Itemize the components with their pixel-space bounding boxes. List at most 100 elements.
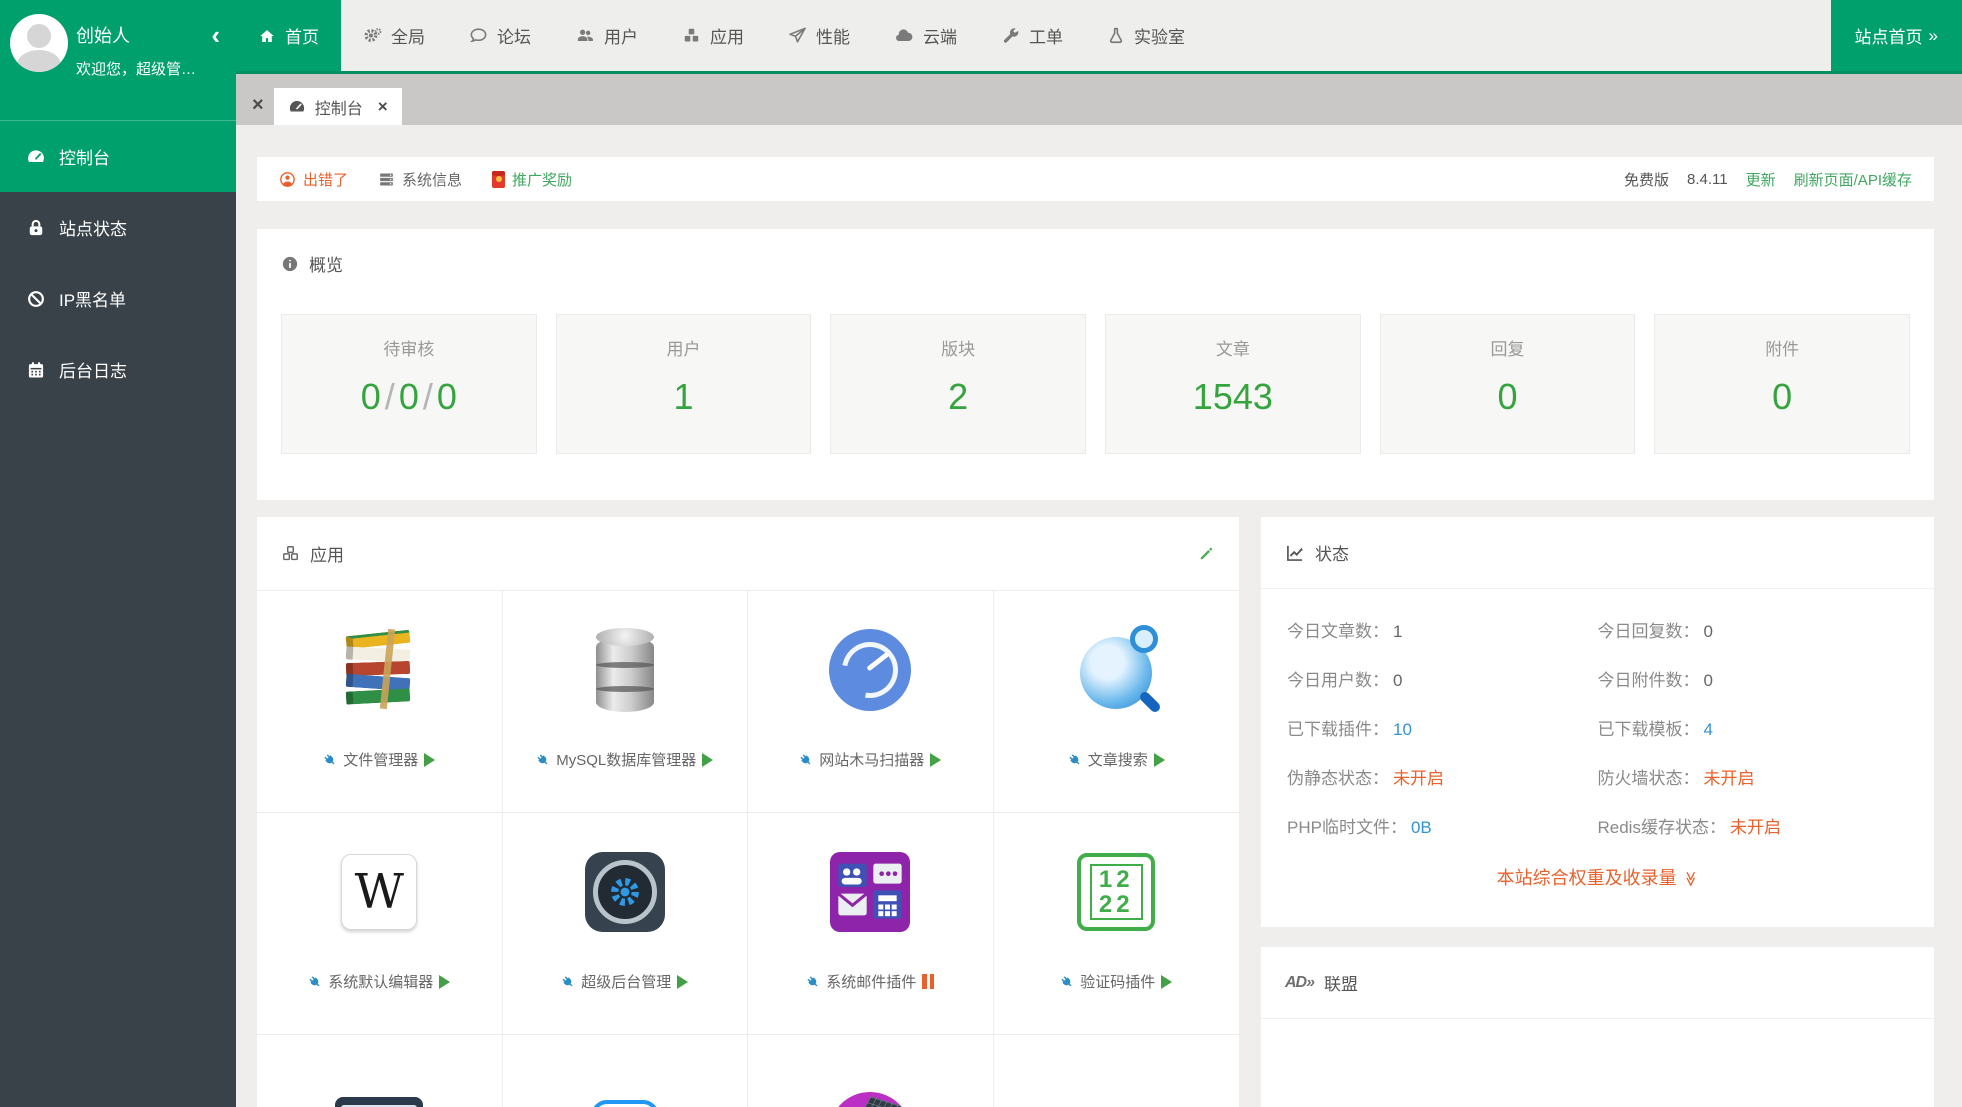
nav-item-cloud[interactable]: 云端 <box>872 0 979 71</box>
nav-item-ticket[interactable]: 工单 <box>979 0 1085 71</box>
app-cell[interactable]: 简↩ <box>503 1034 749 1107</box>
app-cell[interactable] <box>257 1034 503 1107</box>
apps-title: 应用 <box>310 541 344 566</box>
stat-value: 2 <box>831 376 1085 418</box>
status-item: 今日回复数：0 <box>1598 617 1909 642</box>
sidebar-item-label: 站点状态 <box>59 215 127 240</box>
app-cell-super-admin[interactable]: 超级后台管理 <box>503 812 749 1034</box>
stat-label: 待审核 <box>282 335 536 360</box>
stat-value: 0 <box>361 376 381 417</box>
tab-label: 控制台 <box>315 95 363 119</box>
update-link[interactable]: 更新 <box>1746 169 1776 190</box>
stat-card-replies[interactable]: 回复 0 <box>1380 314 1636 454</box>
paper-plane-icon <box>788 26 807 45</box>
sidebar-item-dashboard[interactable]: 控制台 <box>0 121 236 192</box>
app-cell[interactable] <box>748 1034 994 1107</box>
nav-item-lab[interactable]: 实验室 <box>1085 0 1207 71</box>
app-cell-trojan-scanner[interactable]: 网站木马扫描器 <box>748 590 994 812</box>
nav-item-label: 首页 <box>285 23 319 48</box>
stat-separator: / <box>381 376 399 417</box>
status-item: 今日文章数：1 <box>1287 617 1598 642</box>
overview-title: 概览 <box>309 251 343 276</box>
status-item[interactable]: PHP临时文件：0B <box>1287 813 1598 838</box>
sidebar-item-label: 后台日志 <box>59 357 127 382</box>
app-cell-article-search[interactable]: 文章搜索 <box>994 590 1240 812</box>
stat-card-forums[interactable]: 版块 2 <box>830 314 1086 454</box>
sidebar-collapse-icon[interactable]: ‹ <box>211 22 220 48</box>
nav-item-home[interactable]: 首页 <box>236 0 341 71</box>
status-item: 防火墙状态：未开启 <box>1598 764 1909 789</box>
stat-value: 0 <box>437 376 457 417</box>
stat-value: 0 <box>1381 376 1635 418</box>
edition-label: 免费版 <box>1624 169 1669 190</box>
flask-icon <box>1107 26 1125 45</box>
seo-weight-link[interactable]: 本站综合权重及收录量≫ <box>1287 864 1908 890</box>
stat-label: 文章 <box>1106 335 1360 360</box>
app-cell-captcha-plugin[interactable]: 1222 验证码插件 <box>994 812 1240 1034</box>
cloud-icon <box>894 26 914 45</box>
app-cell-default-editor[interactable]: W 系统默认编辑器 <box>257 812 503 1034</box>
tab-dashboard[interactable]: 控制台 × <box>274 88 402 125</box>
status-item: 今日用户数：0 <box>1287 666 1598 691</box>
refresh-cache-link[interactable]: 刷新页面/API缓存 <box>1794 169 1912 190</box>
sidebar-item-ip-blacklist[interactable]: IP黑名单 <box>0 263 236 334</box>
close-all-tabs-icon[interactable]: × <box>252 95 264 115</box>
error-link[interactable]: 出错了 <box>279 169 348 190</box>
stat-value: 0 <box>1655 376 1909 418</box>
stat-label: 版块 <box>831 335 1085 360</box>
dashboard-toolbar: 出错了 系统信息 推广奖励 免费版 8.4.11 更新 刷新页面/API缓存 <box>257 157 1934 201</box>
plug-icon <box>305 972 325 992</box>
stat-card-pending[interactable]: 待审核 0/0/0 <box>281 314 537 454</box>
site-home-button[interactable]: 站点首页 » <box>1831 0 1962 71</box>
app-cell-mysql-manager[interactable]: MySQL数据库管理器 <box>503 590 749 812</box>
avatar[interactable] <box>10 14 68 72</box>
app-name: 系统邮件插件 <box>826 971 916 992</box>
gears-icon <box>363 26 382 45</box>
wrench-icon <box>1001 26 1020 45</box>
app-cell[interactable] <box>994 1034 1240 1107</box>
tab-close-icon[interactable]: × <box>378 97 388 117</box>
ban-icon <box>26 289 46 309</box>
app-name: MySQL数据库管理器 <box>556 749 696 770</box>
user-name: 创始人 <box>76 22 196 48</box>
dashboard-icon <box>288 98 306 116</box>
stat-card-attachments[interactable]: 附件 0 <box>1654 314 1910 454</box>
lock-icon <box>26 218 46 238</box>
nav-item-apps[interactable]: 应用 <box>660 0 766 71</box>
stat-label: 附件 <box>1655 335 1909 360</box>
play-icon <box>677 975 688 989</box>
nav-item-label: 论坛 <box>497 23 531 48</box>
nav-item-label: 实验室 <box>1134 23 1185 48</box>
promo-reward-link[interactable]: 推广奖励 <box>492 169 572 190</box>
sidebar-item-label: 控制台 <box>59 144 110 169</box>
status-item[interactable]: 已下载插件：10 <box>1287 715 1598 740</box>
play-icon <box>1154 753 1165 767</box>
books-stack-icon <box>344 629 414 711</box>
app-cell-file-manager[interactable]: 文件管理器 <box>257 590 503 812</box>
nav-item-performance[interactable]: 性能 <box>766 0 872 71</box>
stat-card-users[interactable]: 用户 1 <box>556 314 812 454</box>
edit-apps-pencil-icon[interactable] <box>1198 545 1215 562</box>
nav-item-users[interactable]: 用户 <box>553 0 660 71</box>
system-info-link[interactable]: 系统信息 <box>378 169 462 190</box>
sidebar-item-site-status[interactable]: 站点状态 <box>0 192 236 263</box>
play-icon <box>702 753 713 767</box>
app-cell-mail-plugin[interactable]: 系统邮件插件 <box>748 812 994 1034</box>
play-icon <box>424 753 435 767</box>
stat-separator: / <box>419 376 437 417</box>
user-circle-icon <box>279 171 296 188</box>
sidebar-item-admin-log[interactable]: 后台日志 <box>0 334 236 405</box>
plug-icon <box>1057 972 1077 992</box>
nav-item-forum[interactable]: 论坛 <box>447 0 553 71</box>
nav-item-global[interactable]: 全局 <box>341 0 447 71</box>
app-name: 验证码插件 <box>1080 971 1155 992</box>
plug-icon <box>558 972 578 992</box>
play-icon <box>1161 975 1172 989</box>
status-panel: 状态 今日文章数：1 今日回复数：0 今日用户数：0 今日附件数：0 已下载插件… <box>1261 517 1934 927</box>
app-name: 网站木马扫描器 <box>819 749 924 770</box>
stat-card-articles[interactable]: 文章 1543 <box>1105 314 1361 454</box>
status-item[interactable]: 已下载模板：4 <box>1598 715 1909 740</box>
apps-panel: 应用 文件管理器 MySQL数据库管理器 <box>257 517 1239 1107</box>
version-number: 8.4.11 <box>1687 171 1728 188</box>
plug-icon <box>803 972 823 992</box>
